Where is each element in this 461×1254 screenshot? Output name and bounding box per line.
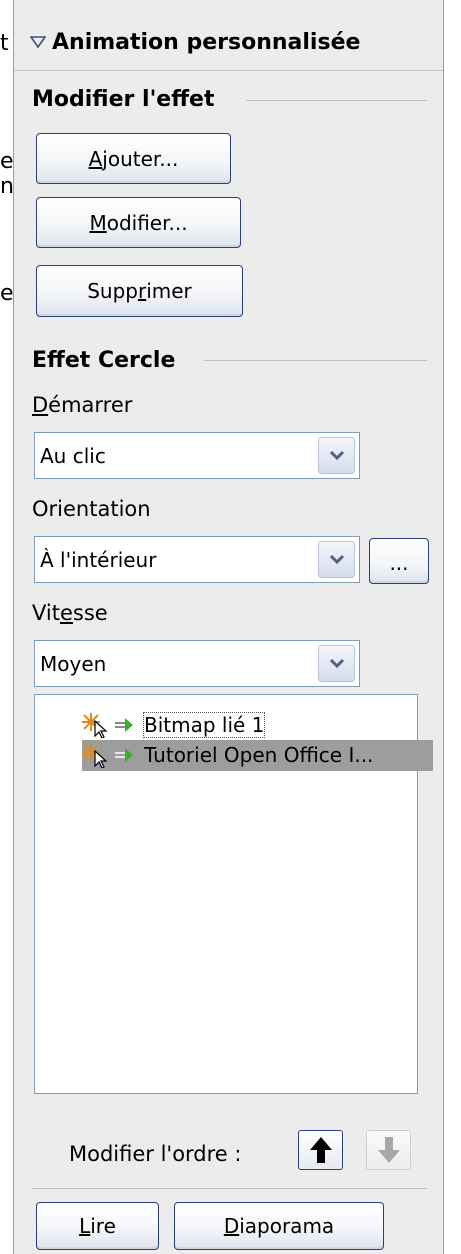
modify-effect-group-label: Modifier l'effet bbox=[32, 87, 215, 112]
speed-select-value: Moyen bbox=[40, 652, 107, 676]
chevron-down-icon[interactable] bbox=[318, 541, 355, 578]
direction-label: Orientation bbox=[32, 497, 151, 521]
star-burst-icon bbox=[82, 742, 142, 773]
footer-divider bbox=[32, 1188, 427, 1189]
list-item[interactable]: Bitmap lié 1 bbox=[82, 710, 272, 741]
arrow-up-icon bbox=[310, 1137, 332, 1163]
list-item[interactable]: Tutoriel Open Office I... bbox=[82, 740, 433, 771]
effect-item-label: Bitmap lié 1 bbox=[142, 712, 266, 738]
play-button[interactable]: Lire bbox=[36, 1202, 159, 1250]
star-burst-icon bbox=[82, 712, 142, 743]
remove-effect-button[interactable]: Supp r imer bbox=[36, 265, 243, 317]
cursor-icon bbox=[94, 749, 108, 769]
triangle-down-icon[interactable] bbox=[30, 36, 46, 48]
effect-group-label: Effet Cercle bbox=[32, 348, 176, 373]
speed-select[interactable]: Moyen bbox=[34, 640, 360, 687]
change-effect-button[interactable]: Modifier... bbox=[36, 197, 241, 248]
chevron-down-icon[interactable] bbox=[318, 437, 355, 474]
start-select-value: Au clic bbox=[40, 444, 106, 468]
direction-select-value: À l'intérieur bbox=[40, 548, 157, 572]
cut-off-text: t bbox=[0, 31, 9, 56]
start-select[interactable]: Au clic bbox=[34, 432, 360, 479]
entrance-arrow-icon bbox=[115, 748, 133, 762]
arrow-down-icon bbox=[378, 1137, 400, 1163]
effect-item-label: Tutoriel Open Office I... bbox=[144, 743, 374, 767]
cursor-icon bbox=[94, 719, 108, 739]
panel-title: Animation personnalisée bbox=[52, 30, 361, 55]
start-label: Démarrer bbox=[32, 393, 133, 417]
entrance-arrow-icon bbox=[115, 718, 133, 732]
effects-list[interactable]: Bitmap lié 1 Tutoriel Open Office I... bbox=[34, 694, 433, 1094]
panel-titlebar[interactable]: Animation personnalisée bbox=[14, 0, 443, 71]
add-effect-button[interactable]: Ajouter... bbox=[36, 133, 231, 184]
direction-options-button[interactable]: ... bbox=[369, 538, 429, 584]
custom-animation-panel: Animation personnalisée Modifier l'effet… bbox=[13, 0, 444, 1254]
move-up-button[interactable] bbox=[298, 1130, 343, 1170]
change-order-label: Modifier l'ordre : bbox=[69, 1142, 242, 1166]
speed-label: Vitesse bbox=[32, 601, 108, 625]
group-divider bbox=[204, 360, 427, 361]
chevron-down-icon[interactable] bbox=[318, 645, 355, 682]
move-down-button[interactable] bbox=[366, 1130, 411, 1170]
group-divider bbox=[246, 100, 427, 101]
direction-select[interactable]: À l'intérieur bbox=[34, 536, 360, 583]
cut-off-text: n bbox=[0, 174, 14, 199]
slideshow-button[interactable]: Diaporama bbox=[174, 1202, 384, 1250]
